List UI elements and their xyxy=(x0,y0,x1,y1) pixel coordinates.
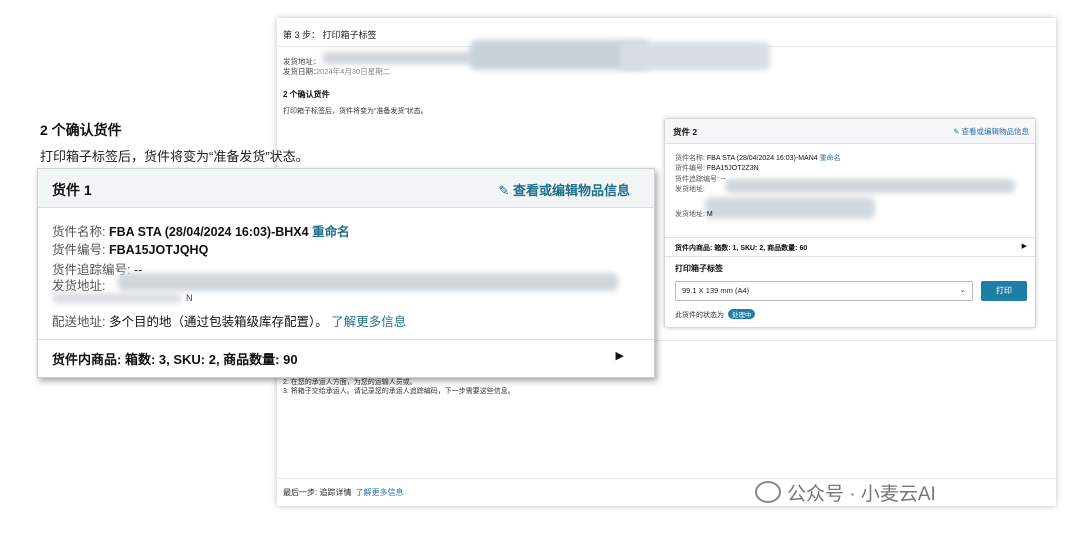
address-label: 发货地址: xyxy=(675,186,705,193)
edit-items-link[interactable]: ✎ 查看或编辑物品信息 xyxy=(953,126,1029,137)
instruction-3: 3. 将箱子交给承运人。请记录您的承运人追踪编码，下一步需要这些信息。 xyxy=(283,388,515,395)
divider xyxy=(277,478,1056,479)
status-row: 此货件的状态为 处理中 xyxy=(675,309,756,320)
confirm-heading-bg: 2 个确认货件 xyxy=(283,90,330,99)
name-label: 货件名称: xyxy=(52,225,106,239)
pencil-icon: ✎ xyxy=(498,183,510,198)
items-summary-row[interactable]: 货件内商品: 箱数: 3, SKU: 2, 商品数量: 90 ▶ xyxy=(38,339,654,374)
final-step: 最后一步: 追踪详情 了解更多信息 xyxy=(283,487,403,498)
confirm-note-bg: 打印箱子标签后，货件将变为“准备发货”状态。 xyxy=(283,108,428,115)
status-label: 此货件的状态为 xyxy=(675,312,724,319)
confirm-heading: 2 个确认货件 xyxy=(40,122,122,138)
address-label: 发货地址: xyxy=(52,279,106,293)
dest-label: 发货地址: xyxy=(675,211,705,218)
watermark-text: 公众号 · 小麦云AI xyxy=(787,484,936,505)
items-summary: 货件内商品: 箱数: 1, SKU: 2, 商品数量: 60 xyxy=(675,245,808,252)
wechat-icon xyxy=(755,481,781,503)
redacted-block xyxy=(620,42,770,70)
tracking-label: 货件追踪编号: xyxy=(675,176,719,183)
shipment-1-card: 货件 1 ✎ 查看或编辑物品信息 货件名称: FBA STA (28/04/20… xyxy=(37,168,655,378)
name-value: FBA STA (28/04/2024 16:03)-BHX4 xyxy=(108,225,309,239)
expand-arrow-icon: ▶ xyxy=(615,350,624,362)
id-label: 货件编号: xyxy=(52,243,106,257)
items-summary-row[interactable]: 货件内商品: 箱数: 1, SKU: 2, 商品数量: 60 ▶ xyxy=(665,237,1035,257)
edit-items-label: 查看或编辑物品信息 xyxy=(512,183,630,198)
ship-date-label: 发货日期： xyxy=(283,67,321,76)
learn-more-link[interactable]: 了解更多信息 xyxy=(331,315,406,329)
id-value: FBA15JOT2Z3N xyxy=(706,165,759,172)
label-size-value: 99.1 X 139 mm (A4) xyxy=(682,286,750,295)
address-row: 发货地址: xyxy=(52,275,105,294)
destination-row: 配送地址: 多个目的地（通过包装箱级库存配置）。 了解更多信息 xyxy=(52,311,406,330)
confirm-note: 打印箱子标签后，货件将变为“准备发货”状态。 xyxy=(40,149,309,164)
chevron-down-icon: ⌄ xyxy=(959,285,966,294)
expand-arrow-icon: ▶ xyxy=(1021,243,1027,250)
print-button[interactable]: 打印 xyxy=(981,281,1027,301)
learn-more-link[interactable]: 了解更多信息 xyxy=(355,488,403,497)
shipment-name-row: 货件名称: FBA STA (28/04/2024 16:03)-BHX4 重命… xyxy=(52,221,350,240)
items-summary: 货件内商品: 箱数: 3, SKU: 2, 商品数量: 90 xyxy=(52,352,298,367)
name-label: 货件名称: xyxy=(675,155,705,162)
step-title: 第 3 步： 打印箱子标签 xyxy=(283,30,377,40)
name-value: FBA STA (28/04/2024 16:03)-MAN4 xyxy=(706,155,818,162)
id-value: FBA15JOTJQHQ xyxy=(108,243,209,257)
shipment-2-title: 货件 2 xyxy=(673,127,698,137)
rename-link[interactable]: 重命名 xyxy=(820,155,841,162)
id-label: 货件编号: xyxy=(675,165,705,172)
print-labels-heading: 打印箱子标签 xyxy=(675,264,723,273)
tracking-row: 货件追踪编号: -- xyxy=(675,174,726,184)
label-size-select[interactable]: 99.1 X 139 mm (A4) ⌄ xyxy=(675,281,973,301)
dest-value: 多个目的地（通过包装箱级库存配置）。 xyxy=(108,315,328,329)
redacted-address xyxy=(725,179,1015,193)
status-badge: 处理中 xyxy=(727,309,756,319)
shipment-1-header: 货件 1 ✎ 查看或编辑物品信息 xyxy=(38,169,654,208)
shipment-name-row: 货件名称: FBA STA (28/04/2024 16:03)-MAN4 重命… xyxy=(675,153,841,163)
final-step-label: 最后一步: 追踪详情 xyxy=(283,488,352,497)
shipment-id-row: 货件编号: FBA15JOTJQHQ xyxy=(52,239,208,258)
edit-items-link[interactable]: ✎ 查看或编辑物品信息 xyxy=(498,180,630,199)
shipment-id-row: 货件编号: FBA15JOT2Z3N xyxy=(675,163,759,173)
edit-items-label: 查看或编辑物品信息 xyxy=(961,127,1030,136)
redacted-address xyxy=(118,273,618,291)
watermark: 公众号 · 小麦云AI xyxy=(755,479,936,506)
address-tail: N xyxy=(186,293,193,303)
rename-link[interactable]: 重命名 xyxy=(312,225,350,239)
pencil-icon: ✎ xyxy=(953,127,960,136)
destination-row: 发货地址: M xyxy=(675,209,713,219)
shipment-2-header: 货件 2 ✎ 查看或编辑物品信息 xyxy=(665,119,1035,144)
redacted-address xyxy=(705,197,875,219)
dest-value: M xyxy=(706,211,713,218)
ship-date-value: 2024年4月30日星期二 xyxy=(316,67,391,76)
shipment-2-card: 货件 2 ✎ 查看或编辑物品信息 货件名称: FBA STA (28/04/20… xyxy=(664,118,1036,328)
shipment-1-title: 货件 1 xyxy=(52,182,92,198)
redacted-address xyxy=(52,293,182,303)
address-row: 发货地址: xyxy=(675,184,705,194)
dest-label: 配送地址: xyxy=(52,315,106,329)
